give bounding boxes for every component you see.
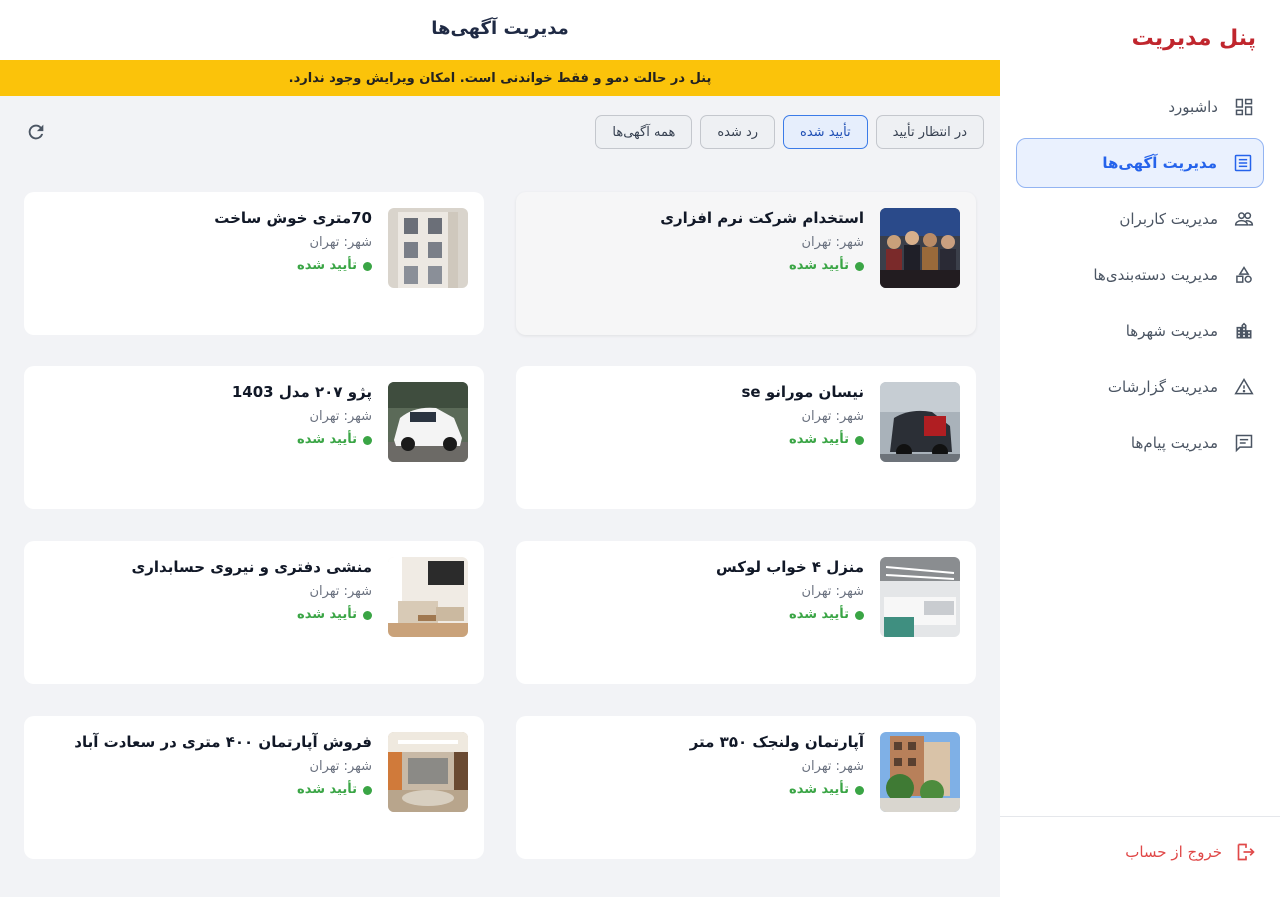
- dashboard-icon: [1232, 95, 1256, 119]
- status-dot-icon: [363, 785, 372, 795]
- filter-rejected-button[interactable]: رد شده: [700, 115, 776, 149]
- top-bar: مدیریت آگهی‌ها: [0, 0, 1000, 60]
- refresh-icon[interactable]: [24, 120, 48, 144]
- status-badge: تأیید شده: [532, 606, 864, 624]
- ad-title: 70متری خوش ساخت: [214, 209, 372, 227]
- logout-button[interactable]: خروج از حساب: [1125, 840, 1258, 864]
- message-icon: [1232, 431, 1256, 455]
- sidebar-item-dashboard[interactable]: داشبورد: [1016, 82, 1264, 132]
- ad-thumbnail: [880, 557, 960, 637]
- sidebar-item-label: مدیریت پیام‌ها: [1130, 434, 1218, 452]
- ad-city: شهر: تهران: [801, 409, 864, 424]
- logout-label: خروج از حساب: [1125, 843, 1222, 861]
- sidebar-item-label: مدیریت گزارشات: [1107, 378, 1218, 396]
- status-dot-icon: [855, 261, 864, 271]
- status-dot-icon: [363, 435, 372, 445]
- filter-approved-button[interactable]: تأیید شده: [783, 115, 868, 149]
- demo-banner: پنل در حالت دمو و فقط خواندنی است. امکان…: [0, 60, 1000, 96]
- ad-thumbnail: [880, 382, 960, 462]
- sidebar-item-users[interactable]: مدیریت کاربران: [1016, 194, 1264, 244]
- city-icon: [1232, 319, 1256, 343]
- sidebar-item-label: مدیریت شهرها: [1125, 322, 1218, 340]
- sidebar: پنل مدیریت داشبورد مدیریت آگهی‌ها مدیریت…: [1000, 0, 1280, 897]
- status-badge: تأیید شده: [40, 431, 372, 449]
- main-content: مدیریت آگهی‌ها پنل در حالت دمو و فقط خوا…: [0, 0, 1000, 897]
- status-dot-icon: [855, 610, 864, 620]
- status-badge: تأیید شده: [532, 431, 864, 449]
- ad-thumbnail: [880, 732, 960, 812]
- ad-title: استخدام شرکت نرم افزاری: [660, 209, 864, 227]
- status-dot-icon: [363, 610, 372, 620]
- status-badge: تأیید شده: [532, 257, 864, 275]
- sidebar-divider: [1000, 816, 1280, 817]
- ad-card[interactable]: منزل ۴ خواب لوکس شهر: تهران تأیید شده: [516, 541, 976, 684]
- categories-icon: [1232, 263, 1256, 287]
- sidebar-item-label: داشبورد: [1168, 98, 1218, 116]
- ad-card[interactable]: 70متری خوش ساخت شهر: تهران تأیید شده: [24, 192, 484, 335]
- sidebar-item-label: مدیریت کاربران: [1119, 210, 1218, 228]
- ad-city: شهر: تهران: [801, 584, 864, 599]
- ad-title: پژو ۲۰۷ مدل 1403: [231, 383, 372, 401]
- ad-city: شهر: تهران: [309, 235, 372, 250]
- users-icon: [1232, 207, 1256, 231]
- ad-card[interactable]: فروش آپارتمان ۴۰۰ متری در سعادت آباد شهر…: [24, 716, 484, 859]
- ad-card[interactable]: منشی دفتری و نیروی حسابداری شهر: تهران ت…: [24, 541, 484, 684]
- filter-tabs: در انتظار تأیید تأیید شده رد شده همه آگه…: [595, 115, 984, 149]
- ad-thumbnail: [388, 382, 468, 462]
- status-dot-icon: [855, 435, 864, 445]
- sidebar-item-label: مدیریت دسته‌بندی‌ها: [1093, 266, 1218, 284]
- status-dot-icon: [855, 785, 864, 795]
- ad-card[interactable]: آپارتمان ولنجک ۳۵۰ متر شهر: تهران تأیید …: [516, 716, 976, 859]
- ad-thumbnail: [388, 732, 468, 812]
- ad-city: شهر: تهران: [309, 759, 372, 774]
- ads-list-icon: [1231, 151, 1255, 175]
- status-badge: تأیید شده: [40, 257, 372, 275]
- ad-city: شهر: تهران: [801, 235, 864, 250]
- ad-city: شهر: تهران: [309, 409, 372, 424]
- ad-card[interactable]: پژو ۲۰۷ مدل 1403 شهر: تهران تأیید شده: [24, 366, 484, 509]
- ad-city: شهر: تهران: [309, 584, 372, 599]
- ad-thumbnail: [880, 208, 960, 288]
- sidebar-item-categories[interactable]: مدیریت دسته‌بندی‌ها: [1016, 250, 1264, 300]
- ad-card[interactable]: استخدام شرکت نرم افزاری شهر: تهران تأیید…: [516, 192, 976, 335]
- sidebar-nav: داشبورد مدیریت آگهی‌ها مدیریت کاربران مد…: [1016, 82, 1264, 474]
- status-badge: تأیید شده: [40, 606, 372, 624]
- sidebar-item-cities[interactable]: مدیریت شهرها: [1016, 306, 1264, 356]
- filter-pending-button[interactable]: در انتظار تأیید: [875, 115, 984, 149]
- ad-thumbnail: [388, 557, 468, 637]
- ad-city: شهر: تهران: [801, 759, 864, 774]
- status-dot-icon: [363, 261, 372, 271]
- ad-title: منزل ۴ خواب لوکس: [716, 558, 864, 576]
- sidebar-item-messages[interactable]: مدیریت پیام‌ها: [1016, 418, 1264, 468]
- sidebar-item-ads[interactable]: مدیریت آگهی‌ها: [1016, 138, 1264, 188]
- sidebar-item-reports[interactable]: مدیریت گزارشات: [1016, 362, 1264, 412]
- warning-icon: [1232, 375, 1256, 399]
- sidebar-item-label: مدیریت آگهی‌ها: [1102, 154, 1217, 172]
- ad-title: نیسان مورانو se: [741, 383, 864, 401]
- status-badge: تأیید شده: [532, 781, 864, 799]
- logout-icon: [1234, 840, 1258, 864]
- status-badge: تأیید شده: [40, 781, 372, 799]
- sidebar-title: پنل مدیریت: [1131, 26, 1256, 51]
- ad-title: آپارتمان ولنجک ۳۵۰ متر: [689, 733, 864, 751]
- page-title: مدیریت آگهی‌ها: [431, 18, 569, 39]
- filter-all-button[interactable]: همه آگهی‌ها: [595, 115, 693, 149]
- ad-thumbnail: [388, 208, 468, 288]
- ad-title: فروش آپارتمان ۴۰۰ متری در سعادت آباد: [74, 733, 372, 751]
- ad-card[interactable]: نیسان مورانو se شهر: تهران تأیید شده: [516, 366, 976, 509]
- ad-title: منشی دفتری و نیروی حسابداری: [131, 558, 372, 576]
